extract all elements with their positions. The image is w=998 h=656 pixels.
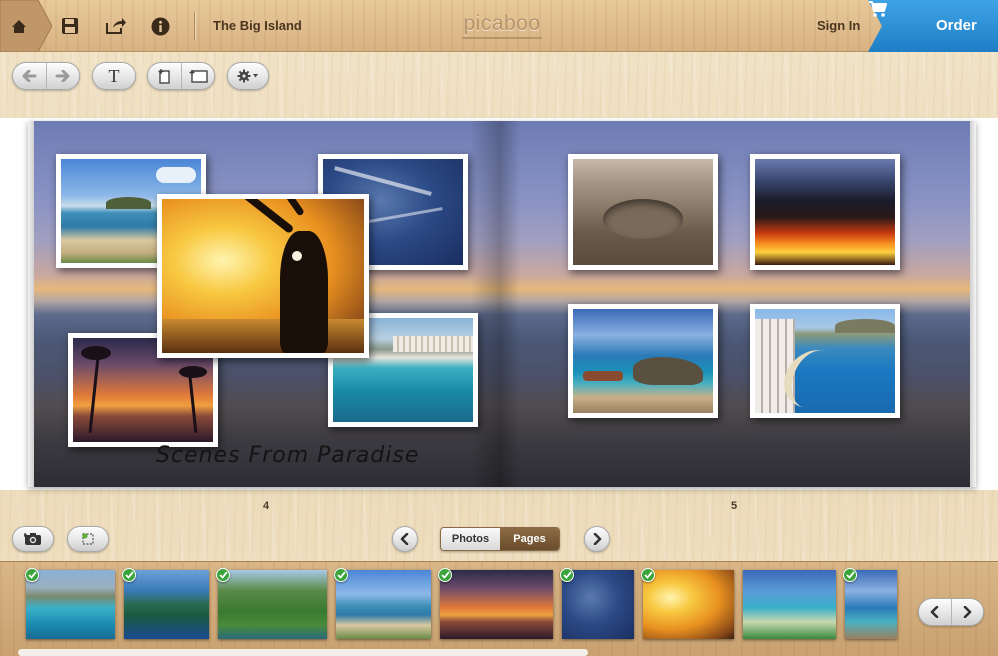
photo-volcano-crater[interactable]: [568, 154, 718, 270]
photo-lava-flow[interactable]: [750, 154, 900, 270]
home-button[interactable]: [0, 0, 52, 52]
photos-tab[interactable]: Photos: [441, 528, 500, 550]
gutter-shadow: [500, 121, 520, 487]
right-page-number: 5: [731, 500, 738, 512]
settings-button[interactable]: [227, 62, 269, 90]
add-page-button[interactable]: [148, 63, 181, 89]
check-icon: [440, 571, 450, 579]
gutter-shadow: [470, 121, 500, 487]
save-button[interactable]: [58, 14, 82, 38]
undo-redo-group: [12, 62, 80, 90]
previous-spread-button[interactable]: [392, 526, 418, 552]
check-icon: [124, 571, 134, 579]
add-text-button[interactable]: T: [92, 62, 136, 90]
cart-icon: [869, 1, 887, 17]
gear-icon: [237, 69, 258, 83]
add-page-icon: [158, 69, 170, 84]
order-button[interactable]: Order: [868, 0, 998, 52]
add-photos-button[interactable]: [12, 526, 54, 552]
view-toggle: Photos Pages: [440, 527, 560, 551]
redo-button[interactable]: [46, 63, 79, 89]
add-layout-icon: [189, 70, 208, 83]
text-icon: T: [108, 65, 120, 86]
check-icon: [218, 571, 228, 579]
used-check-icon: [641, 568, 655, 582]
share-icon: [106, 18, 126, 34]
chevron-left-icon: [400, 533, 409, 545]
select-photos-button[interactable]: [67, 526, 109, 552]
sign-in-link[interactable]: Sign In: [817, 18, 860, 33]
filmstrip-prev-button[interactable]: [919, 599, 951, 625]
photo-rocky-cove[interactable]: [568, 304, 718, 418]
book-title: The Big Island: [213, 18, 302, 33]
undo-button[interactable]: [13, 63, 46, 89]
chevron-left-icon: [930, 606, 939, 618]
check-icon: [27, 571, 37, 579]
photo-waikiki-bay[interactable]: [750, 304, 900, 418]
used-check-icon: [25, 568, 39, 582]
top-bar: The Big Island picaboo Sign In Order: [0, 0, 998, 52]
left-page[interactable]: Scenes From Paradise: [28, 121, 500, 487]
chevron-right-icon: [593, 533, 602, 545]
thumbnail-green-valley[interactable]: [218, 570, 327, 639]
used-check-icon: [216, 568, 230, 582]
thumbnail-aerial-ocean[interactable]: [562, 570, 634, 639]
select-icon: [82, 533, 94, 545]
pages-tab[interactable]: Pages: [500, 528, 559, 550]
used-check-icon: [843, 568, 857, 582]
thumbnail-hula-sunset[interactable]: [643, 570, 734, 639]
undo-icon: [22, 70, 37, 82]
thumbnail-sea-cliffs[interactable]: [124, 570, 209, 639]
filmstrip-scrollbar[interactable]: [18, 649, 588, 656]
camera-icon: [24, 533, 41, 545]
logo-underline: [462, 37, 542, 39]
thumbnail-honolulu-coast[interactable]: [26, 570, 115, 639]
picaboo-logo: picaboo: [463, 12, 541, 35]
left-page-number: 4: [263, 500, 270, 512]
used-check-icon: [560, 568, 574, 582]
check-icon: [845, 571, 855, 579]
thumbnail-waikiki-resort[interactable]: [743, 570, 836, 639]
page-edge: [28, 121, 34, 487]
redo-icon: [55, 70, 70, 82]
info-icon: [151, 17, 169, 35]
filmstrip-next-button[interactable]: [951, 599, 983, 625]
order-label: Order: [936, 17, 977, 34]
toolbar-divider: [194, 12, 195, 40]
info-button[interactable]: [148, 14, 172, 38]
check-icon: [643, 571, 653, 579]
thumbnail-palm-sunset[interactable]: [440, 570, 553, 639]
used-check-icon: [438, 568, 452, 582]
used-check-icon: [334, 568, 348, 582]
check-icon: [336, 571, 346, 579]
thumbnail-beach-island[interactable]: [336, 570, 431, 639]
photo-hula-sunset[interactable]: [157, 194, 369, 358]
book-spread: Scenes From Paradise: [28, 121, 976, 487]
right-page[interactable]: [500, 121, 976, 487]
save-icon: [62, 18, 78, 34]
add-layout-button[interactable]: [181, 63, 214, 89]
used-check-icon: [122, 568, 136, 582]
page-edge: [970, 121, 976, 487]
next-spread-button[interactable]: [584, 526, 610, 552]
page-caption[interactable]: Scenes From Paradise: [156, 443, 419, 468]
share-button[interactable]: [104, 14, 128, 38]
check-icon: [562, 571, 572, 579]
filmstrip-nav: [918, 598, 984, 626]
chevron-right-icon: [963, 606, 972, 618]
page-tools-group: [147, 62, 215, 90]
